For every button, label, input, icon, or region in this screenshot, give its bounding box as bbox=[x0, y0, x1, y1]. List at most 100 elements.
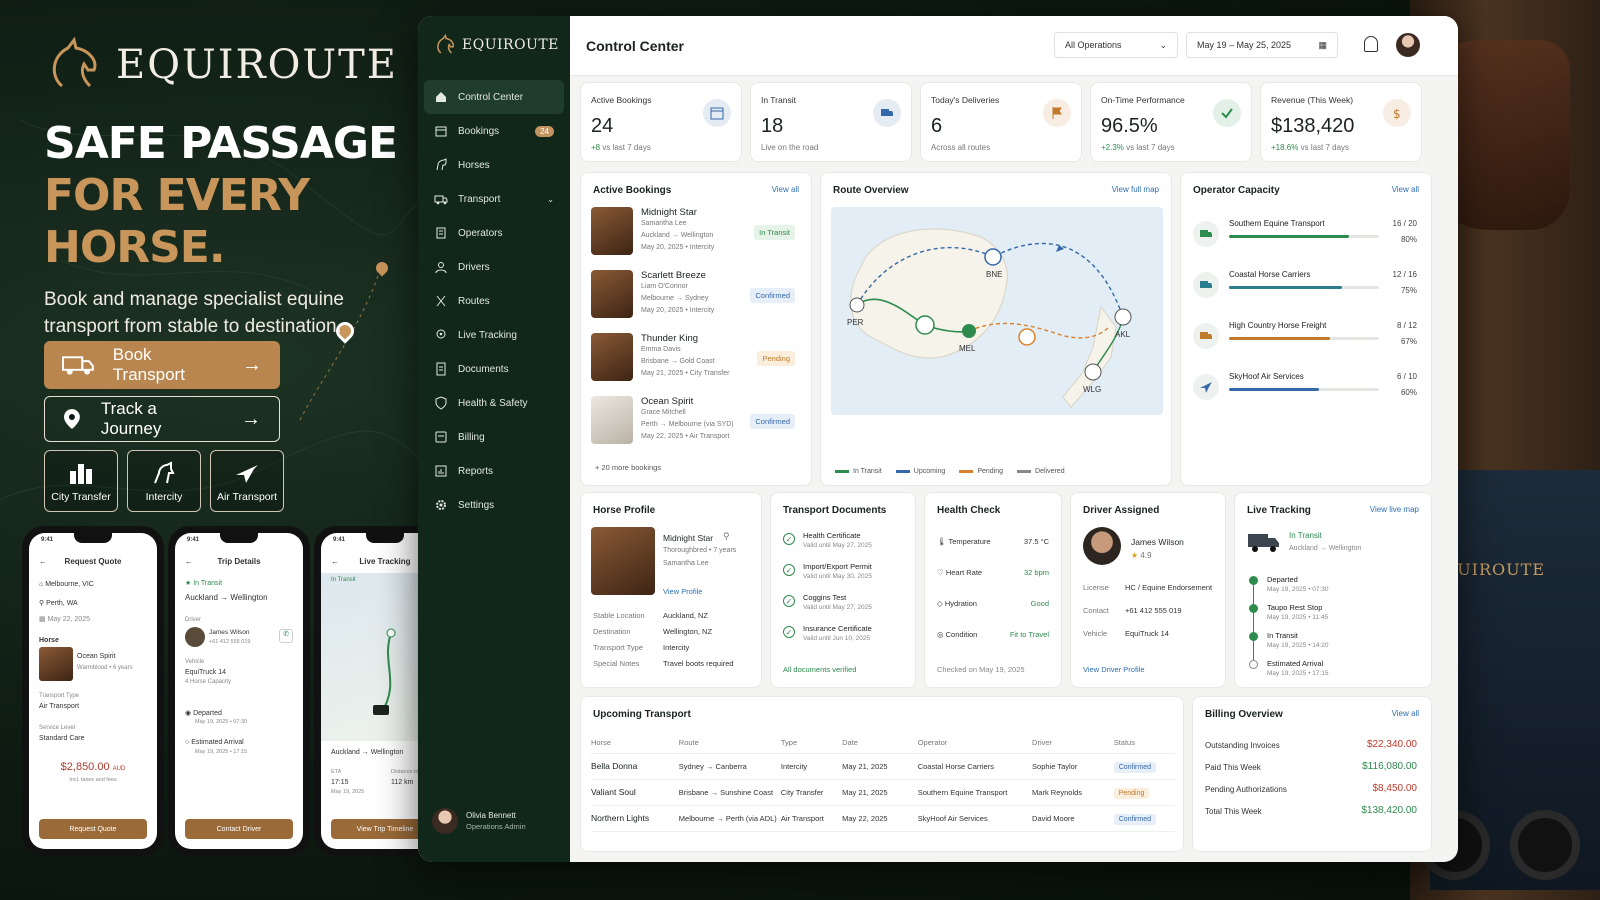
thermometer-icon: 🌡 bbox=[937, 537, 949, 546]
sidebar-item-reports[interactable]: Reports bbox=[424, 454, 564, 488]
view-all-bookings-link[interactable]: View all bbox=[772, 185, 799, 194]
document-validity: Valid until Jun 10, 2025 bbox=[803, 635, 871, 642]
booking-row[interactable]: Scarlett Breeze Liam O'Connor Melbourne → … bbox=[591, 270, 801, 326]
capacity-bar bbox=[1229, 388, 1379, 391]
health-checked-date: Checked on May 19, 2025 bbox=[937, 665, 1025, 674]
operator-row[interactable]: Southern Equine Transport 16 / 20 80% bbox=[1193, 215, 1417, 259]
eta-label: ETA bbox=[331, 769, 342, 775]
sidebar-item-health-safety[interactable]: Health & Safety bbox=[424, 386, 564, 420]
field-value: HC / Equine Endorsement bbox=[1125, 583, 1213, 592]
truck-icon bbox=[1193, 323, 1219, 349]
bell-icon[interactable] bbox=[1364, 36, 1378, 52]
arrow-right-icon: → bbox=[242, 353, 262, 376]
booking-row[interactable]: Ocean Spirit Grace Mitchell Perth → Melbou… bbox=[591, 396, 801, 452]
capacity-count: 6 / 10 bbox=[1396, 372, 1417, 381]
type-label: Transport Type bbox=[39, 693, 80, 699]
table-row[interactable]: Bella Donna Sydney → Canberra Intercity May… bbox=[591, 753, 1175, 780]
kpi-card[interactable]: On-Time Performance 96.5% +2.3% vs last 7 … bbox=[1090, 82, 1252, 162]
sidebar-brand[interactable]: EQUIROUTE bbox=[434, 34, 559, 56]
phone-call-icon[interactable]: ✆ bbox=[279, 629, 293, 643]
check-icon: ✓ bbox=[783, 595, 795, 607]
sidebar-item-routes[interactable]: Routes bbox=[424, 284, 564, 318]
health-metric: ♡ Heart Rate bbox=[937, 568, 982, 577]
capacity-percent: 67% bbox=[1400, 337, 1417, 346]
status-badge: In Transit bbox=[754, 225, 795, 240]
track-journey-button[interactable]: Track a Journey → bbox=[44, 396, 280, 442]
document-name[interactable]: Coggins Test bbox=[803, 593, 846, 602]
operator-row[interactable]: Coastal Horse Carriers 12 / 16 75% bbox=[1193, 266, 1417, 310]
tile-intercity[interactable]: Intercity bbox=[127, 450, 201, 512]
booking-row[interactable]: Thunder King Emma Davis Brisbane → Gold Co… bbox=[591, 333, 801, 389]
sidebar-item-control-center[interactable]: Control Center bbox=[424, 80, 564, 114]
operations-filter-select[interactable]: All Operations ⌄ bbox=[1054, 32, 1178, 58]
cell-route: Brisbane → Sunshine Coast bbox=[678, 779, 781, 806]
horse-name: Midnight Star bbox=[663, 533, 714, 543]
view-all-billing-link[interactable]: View all bbox=[1392, 709, 1419, 718]
health-check-card: Health Check 🌡 Temperature 37.5 °C ♡ Heart… bbox=[924, 492, 1062, 688]
request-quote-button[interactable]: Request Quote bbox=[39, 819, 147, 839]
health-metric: ◎ Condition bbox=[937, 630, 977, 639]
sidebar-item-operators[interactable]: Operators bbox=[424, 216, 564, 250]
kpi-card[interactable]: Active Bookings 24 +8 vs last 7 days bbox=[580, 82, 742, 162]
horse-name: Ocean Spirit bbox=[77, 653, 116, 660]
document-name[interactable]: Insurance Certificate bbox=[803, 624, 872, 633]
sidebar-item-drivers[interactable]: Drivers bbox=[424, 250, 564, 284]
quote-from[interactable]: ⌂ Melbourne, VIC bbox=[39, 581, 94, 588]
sidebar-item-settings[interactable]: Settings bbox=[424, 488, 564, 522]
table-row[interactable]: Northern Lights Melbourne → Perth (via AD… bbox=[591, 805, 1175, 832]
sidebar-brand-name: EQUIROUTE bbox=[462, 37, 559, 53]
document-validity: Valid until May 27, 2025 bbox=[803, 542, 872, 549]
sidebar-item-horses[interactable]: Horses bbox=[424, 148, 564, 182]
view-driver-profile-link[interactable]: View Driver Profile bbox=[1083, 665, 1145, 674]
table-row[interactable]: Valiant Soul Brisbane → Sunshine Coast Cit… bbox=[591, 779, 1175, 806]
document-name[interactable]: Import/Export Permit bbox=[803, 562, 872, 571]
health-metric-label: Hydration bbox=[944, 599, 977, 608]
sidebar-item-bookings[interactable]: Bookings 24 bbox=[424, 114, 564, 148]
horse-thumb bbox=[591, 270, 633, 318]
user-icon bbox=[434, 260, 448, 274]
service-tiles: City Transfer Intercity Air Transport bbox=[44, 450, 284, 512]
brand-name: EQUIROUTE bbox=[116, 42, 399, 88]
booking-row[interactable]: Midnight Star Samantha Lee Auckland → Well… bbox=[591, 207, 801, 263]
level-select[interactable]: Standard Care bbox=[39, 735, 85, 742]
sidebar-item-documents[interactable]: Documents bbox=[424, 352, 564, 386]
kpi-card[interactable]: In Transit 18 Live on the road bbox=[750, 82, 912, 162]
book-transport-button[interactable]: Book Transport → bbox=[44, 341, 280, 389]
table-body: Bella Donna Sydney → Canberra Intercity May… bbox=[591, 753, 1175, 832]
tile-label: City Transfer bbox=[51, 491, 111, 503]
profile-avatar[interactable] bbox=[1396, 33, 1420, 57]
quote-date[interactable]: ▦ May 22, 2025 bbox=[39, 615, 90, 623]
headline: SAFE PASSAGE FOR EVERY HORSE. bbox=[44, 118, 404, 274]
operator-row[interactable]: High Country Horse Freight 8 / 12 67% bbox=[1193, 317, 1417, 361]
kpi-card[interactable]: Today's Deliveries 6 Across all routes bbox=[920, 82, 1082, 162]
driver-avatar bbox=[1083, 527, 1121, 565]
sidebar-item-billing[interactable]: Billing bbox=[424, 420, 564, 454]
operator-row[interactable]: SkyHoof Air Services 6 / 10 60% bbox=[1193, 368, 1417, 412]
flag-icon bbox=[1043, 99, 1071, 127]
map-legend: In Transit Upcoming Pending Delivered bbox=[835, 468, 1065, 475]
kpi-card[interactable]: Revenue (This Week) $138,420 +18.6% vs las… bbox=[1260, 82, 1422, 162]
date-range-picker[interactable]: May 19 – May 25, 2025 ▦ bbox=[1186, 32, 1338, 58]
booking-owner: Emma Davis bbox=[641, 346, 681, 353]
view-all-operators-link[interactable]: View all bbox=[1392, 185, 1419, 194]
booking-meta: May 22, 2025 • Air Transport bbox=[641, 433, 730, 440]
arrow-right-icon: → bbox=[241, 407, 261, 430]
kpi-value: 18 bbox=[761, 115, 784, 137]
sidebar-item-transport[interactable]: Transport ⌄ bbox=[424, 182, 564, 216]
more-bookings-link[interactable]: + 20 more bookings bbox=[595, 463, 661, 472]
type-select[interactable]: Air Transport bbox=[39, 703, 79, 710]
sidebar-user[interactable]: Olivia Bennett Operations Admin bbox=[432, 808, 526, 834]
view-live-map-link[interactable]: View live map bbox=[1370, 505, 1419, 514]
route-map[interactable]: BNE PER MEL AKL WLG bbox=[831, 207, 1163, 415]
view-profile-link[interactable]: View Profile bbox=[663, 587, 702, 596]
document-name[interactable]: Health Certificate bbox=[803, 531, 861, 540]
tile-city-transfer[interactable]: City Transfer bbox=[44, 450, 118, 512]
topbar: Control Center All Operations ⌄ May 19 – … bbox=[570, 16, 1458, 76]
operations-filter-value: All Operations bbox=[1065, 40, 1122, 50]
view-full-map-link[interactable]: View full map bbox=[1112, 185, 1159, 194]
quote-to[interactable]: ⚲ Perth, WA bbox=[39, 599, 78, 607]
tile-air-transport[interactable]: Air Transport bbox=[210, 450, 284, 512]
sidebar-item-live-tracking[interactable]: Live Tracking bbox=[424, 318, 564, 352]
documents-verified-link[interactable]: All documents verified bbox=[783, 665, 856, 674]
contact-driver-button[interactable]: Contact Driver bbox=[185, 819, 293, 839]
